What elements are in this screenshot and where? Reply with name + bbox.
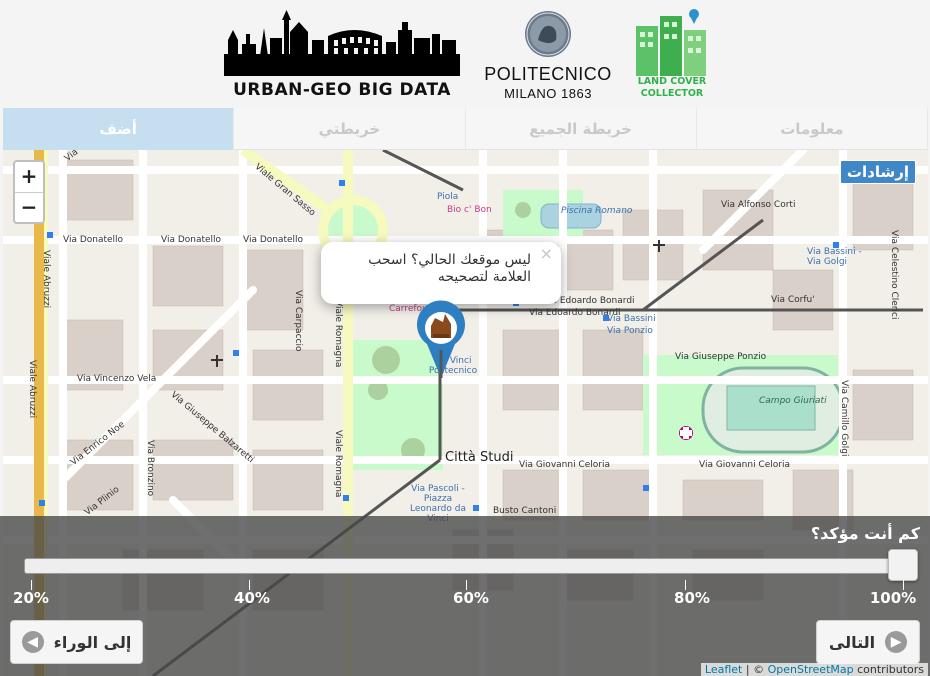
header: URBAN-GEO BIG DATA POLITECNICO MILANO 18… (0, 0, 930, 108)
map-label: Via Giuseppe Ponzio (675, 352, 767, 362)
location-popup: × ليس موقعك الحالي؟ اسحب العلامة لتصحيحه (321, 242, 561, 319)
popup-text: ليس موقعك الحالي؟ اسحب العلامة لتصحيحه (368, 252, 531, 285)
confidence-slider-track[interactable] (24, 558, 904, 574)
map-label: Via Carpaccio (293, 290, 303, 352)
back-button[interactable]: إلى الوراء ◀ (10, 620, 143, 664)
location-marker-icon[interactable] (413, 300, 469, 380)
zoom-control: + − (13, 160, 45, 224)
confidence-slider-handle[interactable] (888, 549, 918, 581)
instructions-button[interactable]: إرشادات (839, 160, 916, 184)
next-button-label: التالى (828, 632, 876, 652)
map-label: Viale Abruzzi (41, 250, 51, 309)
land-logo-line2: COLLECTOR (640, 88, 704, 99)
app-root: URBAN-GEO BIG DATA POLITECNICO MILANO 18… (0, 0, 930, 676)
slider-tick-label: 60% (453, 589, 489, 607)
map-label: Bio c' Bon (447, 205, 492, 215)
zoom-in-button[interactable]: + (15, 162, 43, 192)
next-button[interactable]: ▶ التالى (816, 620, 920, 664)
map-label: Via Camillo Golgi (839, 380, 849, 457)
map-attribution: Leaflet | © OpenStreetMap contributors (700, 663, 928, 676)
slider-tick-label: 80% (674, 589, 710, 607)
popup-close-button[interactable]: × (540, 244, 553, 263)
map-label: Via Corfu' (771, 295, 815, 305)
tab-info[interactable]: معلومات (697, 108, 928, 150)
attribution-tail: contributors (853, 663, 924, 676)
map-label: Città Studi (445, 450, 514, 465)
urban-logo-text: URBAN-GEO BIG DATA (233, 80, 451, 100)
slider-tick-label: 100% (869, 589, 917, 607)
map-label: Via Vincenzo Vela (77, 374, 157, 384)
city-skyline-icon (224, 10, 460, 76)
arrow-right-icon: ▶ (885, 631, 908, 653)
land-logo-line1: LAND COVER (637, 76, 707, 87)
map-label: Via Donatello (63, 235, 124, 245)
map-label: Busto Cantoni (493, 506, 557, 516)
tab-everyone-map[interactable]: خريطة الجميع (466, 108, 697, 150)
map-label: Campo Giuriati (759, 396, 827, 406)
confidence-question: كم أنت مؤكد؟ (810, 524, 920, 543)
politecnico-logo: POLITECNICO MILANO 1863 (480, 10, 616, 101)
leaflet-link[interactable]: Leaflet (705, 663, 742, 676)
map-label: Via Giovanni Celoria (519, 460, 610, 470)
map-label: Via Bronzino (145, 440, 155, 497)
attribution-separator: | © (742, 663, 768, 676)
map-label: Piola (437, 192, 459, 202)
politecnico-title: POLITECNICO (484, 64, 612, 84)
urban-geo-big-data-logo: URBAN-GEO BIG DATA (224, 10, 460, 100)
map-label: Via Alfonso Corti (721, 200, 796, 210)
map-label: Via Bassini - Via Golgi (807, 247, 862, 267)
tab-my-map[interactable]: خريطتي (234, 108, 466, 150)
slider-tick-label: 20% (13, 589, 49, 607)
tab-add[interactable]: أضف (3, 108, 235, 150)
politecnico-subtitle: MILANO 1863 (504, 86, 592, 101)
osm-link[interactable]: OpenStreetMap (768, 663, 854, 676)
land-cover-collector-logo: LAND COVER COLLECTOR (630, 6, 714, 102)
back-button-label: إلى الوراء (53, 632, 132, 652)
map-label: Piscina Romano (561, 206, 633, 216)
arrow-left-icon: ◀ (21, 631, 44, 653)
politecnico-seal-icon (525, 11, 571, 57)
slider-tick-label: 40% (234, 589, 270, 607)
map-label: Via Giovanni Celoria (699, 460, 790, 470)
map-label: Viale Romagna (333, 300, 343, 368)
map-label: Via Bassini (607, 314, 656, 324)
tab-bar: أضف خريطتي خريطة الجميع معلومات (3, 108, 928, 150)
zoom-out-button[interactable]: − (15, 192, 43, 222)
map-label: Viale Romagna (333, 430, 343, 498)
map-label: Viale Abruzzi (27, 360, 37, 419)
map-label: Via Ponzio (607, 326, 653, 336)
map-label: Via Donatello (243, 235, 304, 245)
map-label: Via Donatello (161, 235, 222, 245)
map-label: Via Celestino Clerici (889, 230, 899, 320)
green-buildings-icon (636, 9, 706, 76)
confidence-panel: كم أنت مؤكد؟ 20% 40% 60% 80% 100% إلى ال… (0, 516, 930, 676)
